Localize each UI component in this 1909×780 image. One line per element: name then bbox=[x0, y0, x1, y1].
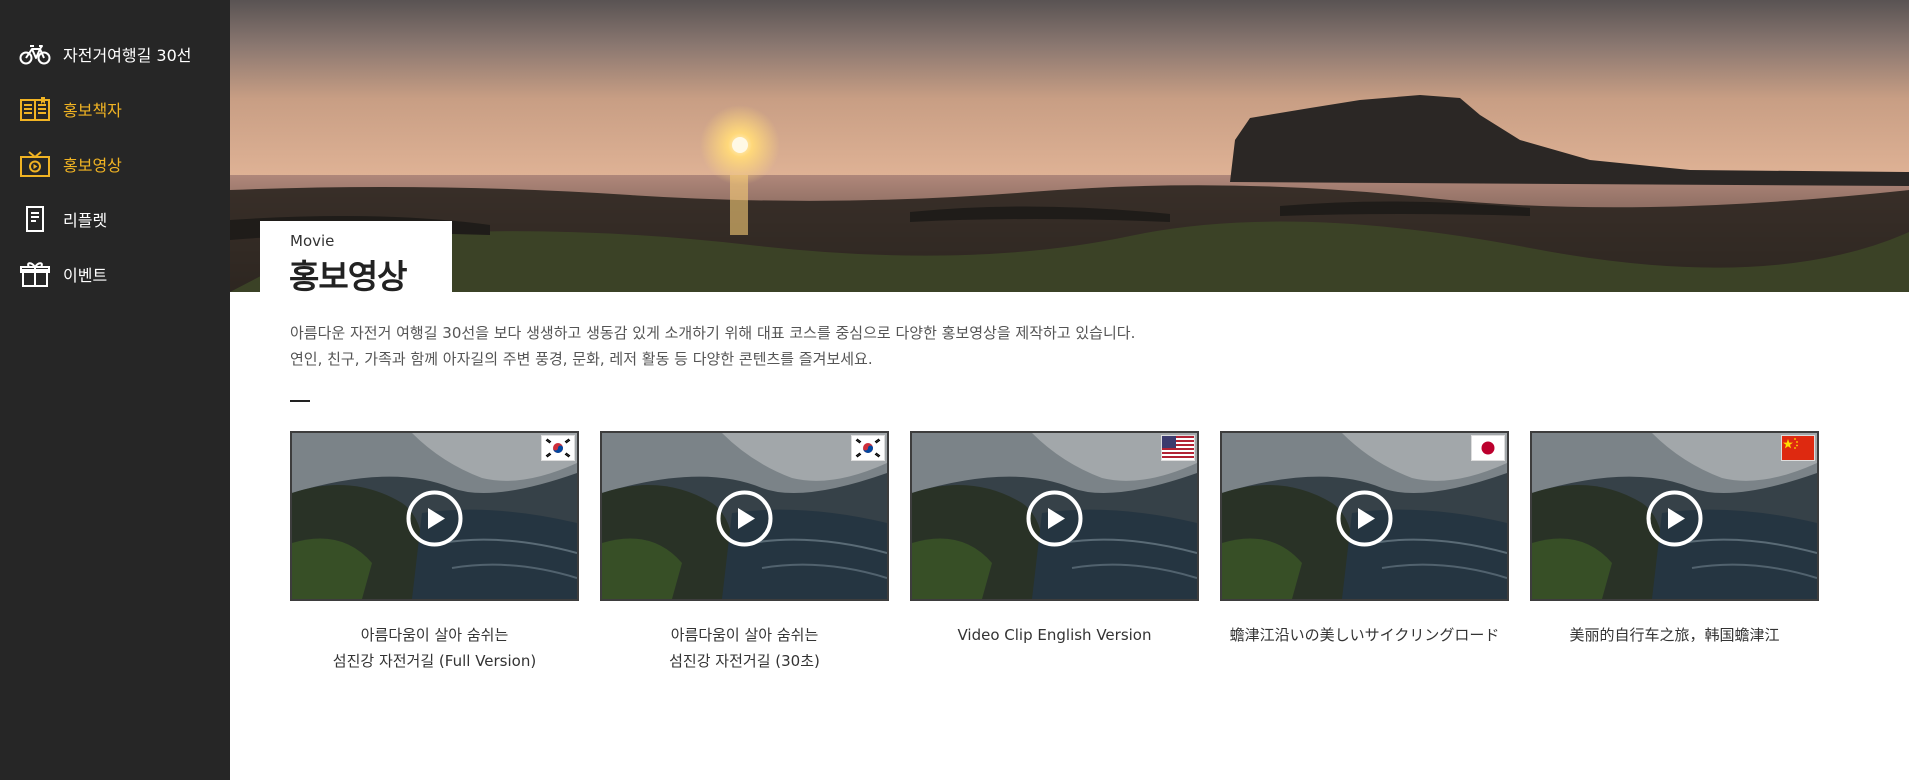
video-title[interactable]: 섬진강 자전거길 (Full Version) bbox=[290, 648, 579, 674]
page-description-line: 연인, 친구, 가족과 함께 아자길의 주변 풍경, 문화, 레저 활동 등 다… bbox=[290, 350, 873, 368]
video-title[interactable]: 아름다움이 살아 숨쉬는 bbox=[600, 622, 889, 648]
video-card[interactable] bbox=[600, 431, 889, 601]
sidebar: 자전거여행길 30선 홍보책자 홍보영상 리플렛 이벤트 bbox=[0, 0, 230, 780]
video-title[interactable]: 섬진강 자전거길 (30초) bbox=[600, 648, 889, 674]
gift-icon bbox=[20, 262, 50, 287]
video-title[interactable]: 아름다움이 살아 숨쉬는 bbox=[290, 622, 579, 648]
play-icon[interactable] bbox=[716, 490, 773, 551]
play-icon[interactable] bbox=[1026, 490, 1083, 551]
video-title[interactable]: 蟾津江沿いの美しいサイクリングロード bbox=[1220, 622, 1509, 648]
play-icon[interactable] bbox=[1646, 490, 1703, 551]
page-description-line: 아름다운 자전거 여행길 30선을 보다 생생하고 생동감 있게 소개하기 위해… bbox=[290, 324, 1136, 342]
play-icon[interactable] bbox=[406, 490, 463, 551]
leaflet-icon bbox=[26, 206, 44, 232]
page-title: 홍보영상 bbox=[289, 257, 407, 296]
video-title[interactable]: Video Clip English Version bbox=[910, 622, 1199, 648]
booklet-icon bbox=[20, 97, 50, 121]
china-flag-icon bbox=[1781, 435, 1815, 461]
sidebar-item-label: 홍보책자 bbox=[63, 101, 122, 120]
tv-icon bbox=[20, 151, 50, 177]
usa-flag-icon bbox=[1161, 435, 1195, 461]
japan-flag-icon bbox=[1471, 435, 1505, 461]
sidebar-item-label: 홍보영상 bbox=[63, 156, 122, 175]
sidebar-item-label: 이벤트 bbox=[63, 266, 108, 285]
sidebar-item-label: 자전거여행길 30선 bbox=[63, 46, 192, 65]
korea-flag-icon bbox=[851, 435, 885, 461]
sidebar-item-promo-video[interactable]: 홍보영상 bbox=[0, 142, 230, 186]
video-card[interactable] bbox=[290, 431, 579, 601]
video-card[interactable] bbox=[1220, 431, 1509, 601]
video-card[interactable] bbox=[910, 431, 1199, 601]
divider bbox=[290, 400, 310, 402]
video-card[interactable] bbox=[1530, 431, 1819, 601]
page-subtitle: Movie bbox=[290, 232, 335, 250]
video-title[interactable]: 美丽的自行车之旅，韩国蟾津江 bbox=[1530, 622, 1819, 648]
bicycle-icon bbox=[19, 45, 51, 65]
sidebar-item-leaflet[interactable]: 리플렛 bbox=[0, 197, 230, 241]
play-icon[interactable] bbox=[1336, 490, 1393, 551]
sidebar-item-bike-routes[interactable]: 자전거여행길 30선 bbox=[0, 32, 230, 76]
sidebar-item-event[interactable]: 이벤트 bbox=[0, 252, 230, 296]
sidebar-item-label: 리플렛 bbox=[63, 211, 108, 230]
sidebar-item-booklet[interactable]: 홍보책자 bbox=[0, 87, 230, 131]
hero-sunset-image bbox=[230, 0, 1909, 292]
korea-flag-icon bbox=[541, 435, 575, 461]
